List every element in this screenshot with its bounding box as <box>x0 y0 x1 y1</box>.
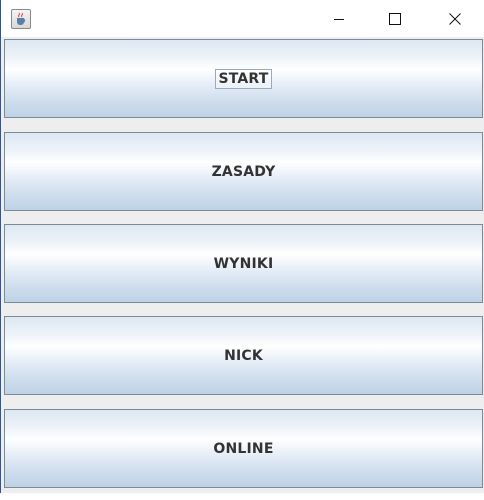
window-bottom-edge <box>0 493 484 500</box>
title-bar[interactable] <box>1 0 484 37</box>
online-button[interactable]: ONLINE <box>4 409 483 488</box>
results-button-label: WYNIKI <box>213 255 274 272</box>
maximize-button[interactable] <box>372 0 418 37</box>
minimize-button[interactable] <box>316 0 362 37</box>
results-button[interactable]: WYNIKI <box>4 224 483 303</box>
nick-button-label: NICK <box>224 347 263 364</box>
maximize-icon <box>389 12 401 25</box>
start-button-label: START <box>215 68 272 89</box>
java-cup-icon[interactable] <box>11 9 31 29</box>
close-button[interactable] <box>432 0 478 37</box>
minimize-icon <box>334 18 344 20</box>
nick-button[interactable]: NICK <box>4 316 483 395</box>
start-button[interactable]: START <box>4 39 483 118</box>
rules-button-label: ZASADY <box>211 163 276 180</box>
online-button-label: ONLINE <box>213 440 274 457</box>
rules-button[interactable]: ZASADY <box>4 132 483 211</box>
close-icon <box>449 12 461 25</box>
menu-panel: START ZASADY WYNIKI NICK ONLINE <box>4 38 484 493</box>
app-window: START ZASADY WYNIKI NICK ONLINE <box>0 0 484 493</box>
